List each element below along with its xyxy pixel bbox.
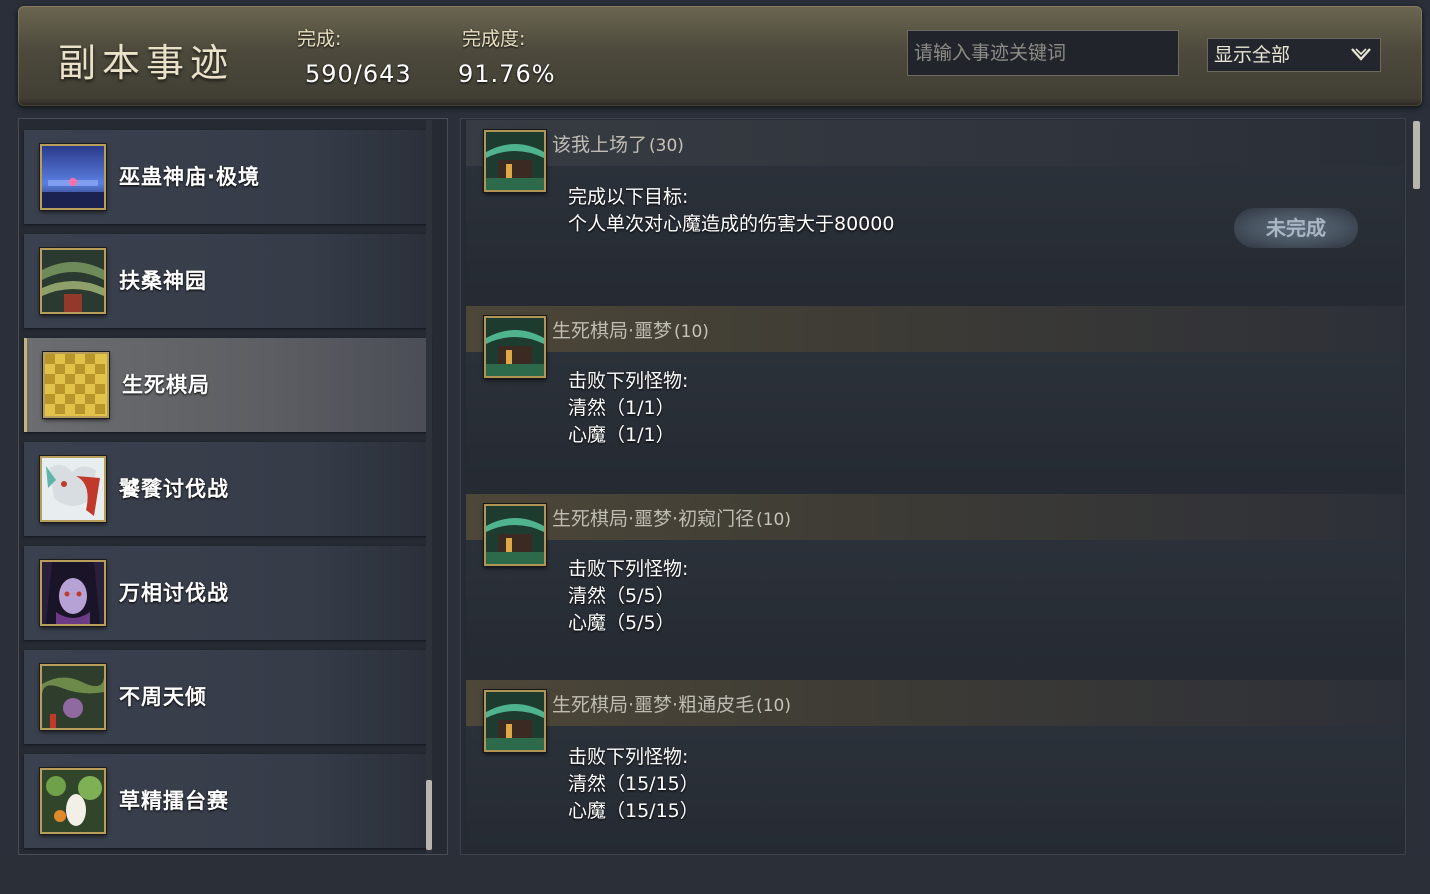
- achievement-card: 生死棋局·噩梦·粗通皮毛 (10) 击败下列怪物: 清然（15/15） 心魔（15…: [466, 680, 1404, 852]
- status-badge: 未完成: [1234, 208, 1358, 248]
- list-scrollbar-track[interactable]: [426, 120, 432, 853]
- achievement-icon: [484, 504, 546, 566]
- achievement-card: 该我上场了 (30) 完成以下目标: 个人单次对心魔造成的伤害大于80000 未完…: [466, 120, 1404, 290]
- achievement-scrollbar-thumb[interactable]: [1413, 121, 1420, 189]
- dungeon-name: 饕餮讨伐战: [119, 477, 229, 501]
- buzhou-thumbnail: [40, 664, 106, 730]
- dungeon-name: 生死棋局: [122, 373, 210, 397]
- search-input[interactable]: [907, 30, 1179, 76]
- achievement-icon: [484, 690, 546, 752]
- temple-thumbnail: [40, 144, 106, 210]
- achievement-scrollbar-track[interactable]: [1412, 120, 1420, 850]
- dungeon-name: 不周天倾: [119, 685, 207, 709]
- achievement-title: 生死棋局·噩梦 (10): [552, 320, 709, 342]
- filter-dropdown[interactable]: 显示全部: [1207, 38, 1381, 72]
- header-bar: 副本事迹 完成: 590/643 完成度: 91.76% 显示全部: [18, 6, 1422, 106]
- filter-selected-value: 显示全部: [1214, 44, 1291, 66]
- achievement-objective-line: 个人单次对心魔造成的伤害大于80000: [568, 213, 895, 235]
- achievement-title: 生死棋局·噩梦·初窥门径 (10): [552, 508, 791, 530]
- chessboard-thumbnail: [43, 352, 109, 418]
- achievement-title: 生死棋局·噩梦·粗通皮毛 (10): [552, 694, 791, 716]
- achievement-objective-line: 清然（1/1）: [568, 397, 675, 419]
- achievement-objective-line: 击败下列怪物:: [568, 370, 689, 392]
- achievement-objective-line: 击败下列怪物:: [568, 746, 689, 768]
- wanxiang-thumbnail: [40, 560, 106, 626]
- achievement-objective-line: 击败下列怪物:: [568, 558, 689, 580]
- achievement-icon: [484, 316, 546, 378]
- dungeon-item[interactable]: 饕餮讨伐战: [24, 442, 428, 536]
- chevron-down-icon: [1351, 48, 1371, 61]
- dungeon-name: 扶桑神园: [119, 269, 207, 293]
- list-scrollbar-thumb[interactable]: [426, 780, 432, 850]
- dungeon-name: 巫蛊神庙·极境: [119, 165, 260, 189]
- page-title: 副本事迹: [58, 41, 235, 85]
- grass-spirit-thumbnail: [40, 768, 106, 834]
- progress-percent: 91.76%: [458, 60, 556, 88]
- achievement-title: 该我上场了 (30): [552, 134, 684, 156]
- dungeon-name: 草精擂台赛: [119, 789, 229, 813]
- taotie-thumbnail: [40, 456, 106, 522]
- achievement-icon: [484, 130, 546, 192]
- progress-label: 完成度:: [462, 28, 526, 50]
- achievement-objective-line: 心魔（15/15）: [568, 800, 699, 822]
- dungeon-item[interactable]: 巫蛊神庙·极境: [24, 130, 428, 224]
- dungeon-item-selected[interactable]: 生死棋局: [24, 338, 431, 432]
- completed-count: 590/643: [305, 60, 412, 88]
- achievement-objective-line: 清然（15/15）: [568, 773, 699, 795]
- bottom-bar: [0, 858, 1430, 894]
- achievement-objective-line: 清然（5/5）: [568, 585, 675, 607]
- dungeon-item[interactable]: 草精擂台赛: [24, 754, 428, 848]
- dungeon-item[interactable]: 不周天倾: [24, 650, 428, 744]
- completed-label: 完成:: [297, 28, 342, 50]
- achievement-objective-line: 完成以下目标:: [568, 186, 689, 208]
- achievement-card: 生死棋局·噩梦 (10) 击败下列怪物: 清然（1/1） 心魔（1/1）: [466, 306, 1404, 476]
- dungeon-name: 万相讨伐战: [119, 581, 229, 605]
- dungeon-item[interactable]: 万相讨伐战: [24, 546, 428, 640]
- dungeon-item[interactable]: 扶桑神园: [24, 234, 428, 328]
- achievement-objective-line: 心魔（1/1）: [568, 424, 675, 446]
- achievement-card: 生死棋局·噩梦·初窥门径 (10) 击败下列怪物: 清然（5/5） 心魔（5/5）: [466, 494, 1404, 664]
- garden-thumbnail: [40, 248, 106, 314]
- achievement-objective-line: 心魔（5/5）: [568, 612, 675, 634]
